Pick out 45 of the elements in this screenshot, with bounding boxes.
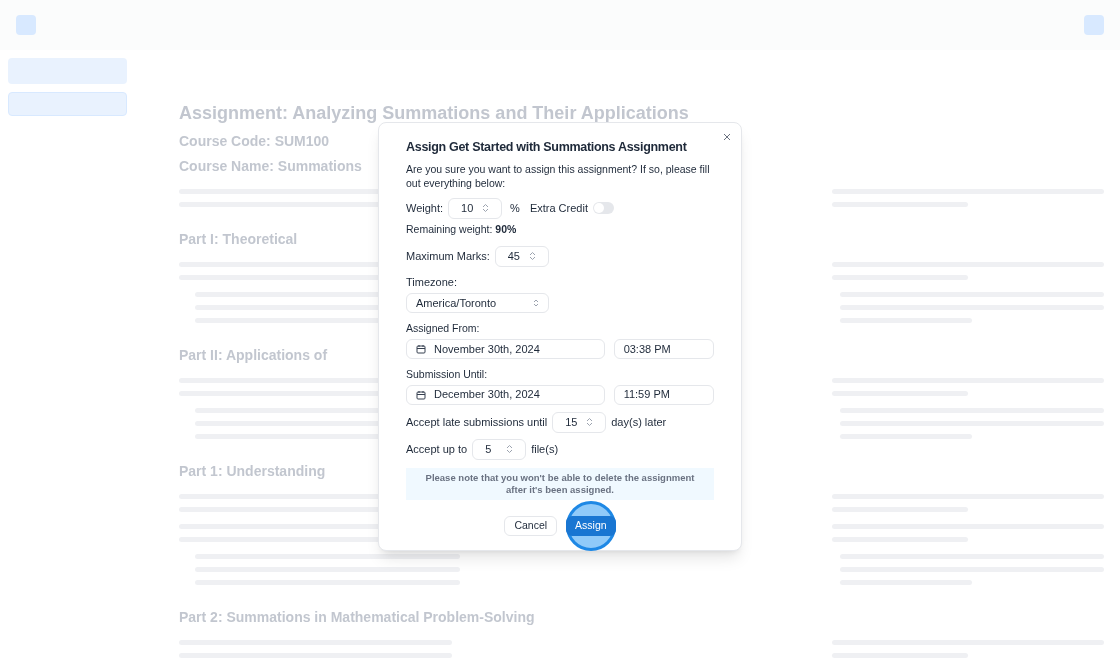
section-heading: Part 1: Understanding xyxy=(179,462,326,481)
section-heading: Part I: Theoretical xyxy=(179,230,298,249)
weight-label: Weight: xyxy=(406,201,444,216)
date-label: Submission Until: xyxy=(406,366,489,382)
timezone-label: Timezone: xyxy=(406,274,458,290)
app-logo[interactable] xyxy=(16,15,36,35)
avatar[interactable] xyxy=(1084,15,1104,35)
timezone-select[interactable]: America/Toronto xyxy=(406,293,549,313)
subheading: Course Name: Summations xyxy=(179,157,362,176)
stepper-icon xyxy=(586,417,594,427)
max-marks-field[interactable]: 45 xyxy=(494,245,549,267)
max-marks-label: Maximum Marks: xyxy=(406,248,490,264)
close-icon[interactable] xyxy=(723,133,731,141)
files-field[interactable]: 5 xyxy=(472,438,527,460)
date-picker[interactable]: November 30th, 2024 xyxy=(406,338,605,359)
section-heading: Part 2: Summations in Mathematical Problem-Solving xyxy=(179,608,535,627)
chevrons-icon xyxy=(533,299,539,307)
heading: Assignment: Analyzing Summations and Their Applications xyxy=(179,102,689,125)
remaining-weight: Remaining weight: 90% xyxy=(406,221,518,237)
calendar-icon xyxy=(416,389,426,400)
section-heading: Part II: Applications of xyxy=(179,346,328,365)
cancel-button[interactable]: Cancel xyxy=(504,515,558,536)
notice-banner: Please note that you won't be able to delete the assignment after it's been assigned. xyxy=(406,467,714,500)
extra-credit-switch[interactable] xyxy=(592,202,614,215)
dialog-title: Assign Get Started with Summations Assignment xyxy=(406,139,687,156)
extra-credit-label: Extra Credit xyxy=(529,201,588,216)
stepper-icon xyxy=(506,444,514,454)
files-suffix: file(s) xyxy=(531,441,559,457)
percent-label: % xyxy=(510,201,520,216)
stepper-icon xyxy=(482,203,490,214)
assign-button[interactable]: Assign xyxy=(566,515,616,536)
dialog-description: Are you sure you want to assign this assignment? If so, please fill out everything below: xyxy=(406,161,711,190)
date-label: Assigned From: xyxy=(406,321,481,336)
sidebar-item[interactable] xyxy=(8,92,127,116)
late-suffix: day(s) later xyxy=(611,414,667,430)
late-label: Accept late submissions until xyxy=(406,414,548,430)
files-label: Accept up to xyxy=(406,441,468,457)
time-field[interactable]: 11:59 PM xyxy=(613,384,714,405)
date-picker[interactable]: December 30th, 2024 xyxy=(406,384,605,405)
weight-field[interactable]: 10 xyxy=(448,197,503,219)
time-field[interactable]: 03:38 PM xyxy=(613,338,714,359)
subheading: Course Code: SUM100 xyxy=(179,132,330,151)
calendar-icon xyxy=(416,343,426,354)
late-days-field[interactable]: 15 xyxy=(552,411,607,433)
stepper-icon xyxy=(528,251,536,261)
